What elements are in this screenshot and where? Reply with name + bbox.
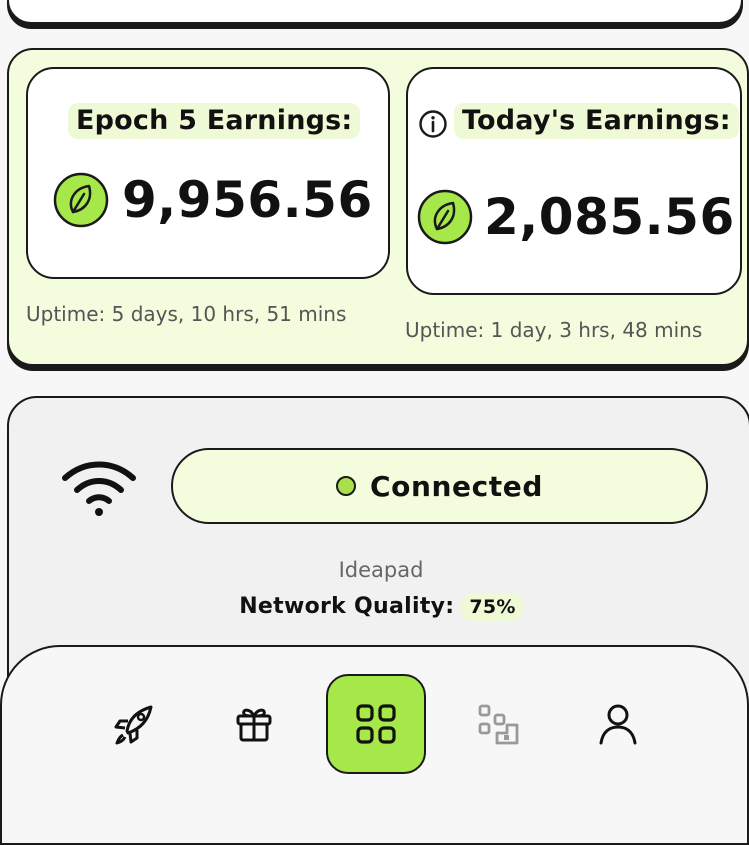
epoch-earnings-card[interactable]: Epoch 5 Earnings: 9,956.56	[26, 67, 390, 279]
nav-qr[interactable]	[468, 694, 528, 754]
leaf-coin-icon	[53, 172, 109, 228]
network-quality-row: Network Quality: 75%	[9, 593, 749, 621]
epoch-earnings-label: Epoch 5 Earnings:	[68, 103, 361, 139]
nav-dashboard-active[interactable]	[326, 674, 426, 774]
today-earnings-label: Today's Earnings:	[454, 103, 739, 139]
nav-rewards[interactable]	[224, 694, 284, 754]
epoch-uptime: Uptime: 5 days, 10 hrs, 51 mins	[26, 302, 347, 326]
user-icon	[599, 704, 637, 745]
wifi-icon	[62, 461, 136, 516]
today-earnings-value: 2,085.56	[484, 188, 735, 246]
device-name: Ideapad	[338, 558, 424, 582]
nav-profile[interactable]	[588, 694, 648, 754]
info-icon[interactable]	[418, 109, 448, 139]
epoch-earnings-value: 9,956.56	[122, 171, 373, 229]
rocket-icon	[114, 705, 153, 745]
bottom-nav-bar	[0, 645, 749, 845]
earnings-panel: Epoch 5 Earnings: 9,956.56 Uptime: 5 day…	[7, 48, 749, 366]
leaf-coin-icon	[417, 189, 473, 245]
nav-rocket[interactable]	[104, 694, 164, 754]
connection-status-button[interactable]: Connected	[171, 448, 708, 524]
connection-status-text: Connected	[369, 469, 544, 503]
gift-icon	[236, 708, 272, 742]
today-earnings-card[interactable]: Today's Earnings: 2,085.56	[406, 67, 742, 295]
network-quality-label: Network Quality:	[239, 594, 455, 619]
network-quality-value: 75%	[462, 593, 523, 621]
dashboard-grid-icon	[356, 704, 396, 744]
today-uptime: Uptime: 1 day, 3 hrs, 48 mins	[405, 318, 703, 342]
status-dot	[335, 476, 356, 496]
top-card	[7, 0, 743, 24]
qr-code-icon	[478, 704, 519, 745]
